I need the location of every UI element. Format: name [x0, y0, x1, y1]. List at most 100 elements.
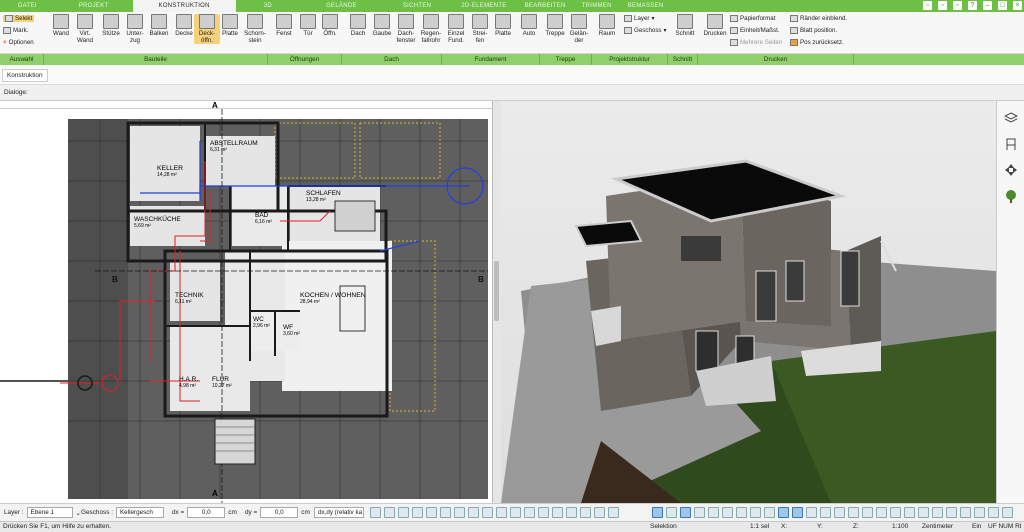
view-toggle-icon-11[interactable]: [792, 507, 803, 518]
konstruktion-chip[interactable]: Konstruktion: [2, 69, 48, 82]
tool-icon-16[interactable]: [580, 507, 591, 518]
chair-icon[interactable]: [1002, 135, 1020, 153]
layer-dropdown[interactable]: Layer ▾: [624, 15, 655, 22]
view-toggle-icon-26[interactable]: [1002, 507, 1013, 518]
minimize-icon[interactable]: –: [983, 1, 992, 10]
view-toggle-icon-23[interactable]: [960, 507, 971, 518]
close-icon[interactable]: ×: [1013, 1, 1022, 10]
view-toggle-icon-9[interactable]: [764, 507, 775, 518]
dy-input[interactable]: 0,0: [260, 507, 299, 518]
tool-icon-13[interactable]: [538, 507, 549, 518]
dach-button[interactable]: Dach: [345, 14, 371, 37]
tool-icon-6[interactable]: [440, 507, 451, 518]
balken-button[interactable]: Balken: [146, 14, 172, 37]
raum-button[interactable]: Raum: [594, 14, 620, 37]
oeffnung-button[interactable]: Öffn.: [317, 14, 343, 37]
tool-icon-10[interactable]: [496, 507, 507, 518]
view-toggle-icon-2[interactable]: [666, 507, 677, 518]
tool-icon-11[interactable]: [510, 507, 521, 518]
view-toggle-icon-21[interactable]: [932, 507, 943, 518]
tool-icon-4[interactable]: [412, 507, 423, 518]
tool-icon-5[interactable]: [426, 507, 437, 518]
geschoss-dropdown[interactable]: Geschoss ▾: [624, 27, 667, 34]
tool-icon-2[interactable]: [384, 507, 395, 518]
tool-icon-9[interactable]: [482, 507, 493, 518]
virt-wand-button[interactable]: Virt. Wand: [72, 14, 98, 44]
wand-button[interactable]: Wand: [48, 14, 74, 37]
stuetze-button[interactable]: Stütze: [98, 14, 124, 37]
regenfallrohr-button[interactable]: Regen-fallrohr: [418, 14, 444, 44]
palette-icon[interactable]: ▫: [953, 1, 962, 10]
einzelfundament-button[interactable]: Einzel Fund.: [443, 14, 469, 44]
tab-2d-elemente[interactable]: 2D-ELEMENTE: [451, 0, 516, 12]
help-icon[interactable]: ?: [968, 1, 977, 10]
tab-bearbeiten[interactable]: BEARBEITEN: [517, 0, 574, 12]
platte-button[interactable]: Platte: [217, 14, 243, 37]
unterzug-button[interactable]: Unter-zug: [122, 14, 148, 44]
fundament-platte-button[interactable]: Platte: [490, 14, 516, 37]
view-toggle-icon-20[interactable]: [918, 507, 929, 518]
floor-plan-view[interactable]: KELLER 14,28 m² ABSTELLRAUM 6,31 m² WASCHK…: [0, 101, 493, 503]
tab-konstruktion[interactable]: KONSTRUKTION: [132, 0, 236, 12]
gelaender-button[interactable]: Gelän-der: [566, 14, 592, 44]
3d-view[interactable]: [501, 101, 996, 503]
view-toggle-icon-25[interactable]: [988, 507, 999, 518]
coord-mode-select[interactable]: dx,dy (relativ ka: [314, 507, 364, 518]
view-toggle-icon-1[interactable]: [652, 507, 663, 518]
tab-3d[interactable]: 3D: [236, 0, 300, 12]
tool-icon-8[interactable]: [468, 507, 479, 518]
mehrere-seiten-button[interactable]: Mehrere Seiten: [730, 39, 782, 46]
blatt-position-button[interactable]: Blatt position.: [790, 27, 837, 34]
layout-icon[interactable]: ▫: [923, 1, 932, 10]
auto-button[interactable]: Auto: [516, 14, 542, 37]
schornstein-button[interactable]: Schorn-stein: [242, 14, 268, 44]
view-toggle-icon-3[interactable]: [680, 507, 691, 518]
view-toggle-icon-13[interactable]: [820, 507, 831, 518]
splitter-grip[interactable]: [494, 261, 499, 321]
papierformat-button[interactable]: Papierformat: [730, 15, 775, 22]
raender-button[interactable]: Ränder einblend.: [790, 15, 847, 22]
tab-trimmen[interactable]: TRIMMEN: [574, 0, 620, 12]
geschoss-select[interactable]: Kellergesch: [115, 507, 164, 518]
tool-icon-14[interactable]: [552, 507, 563, 518]
dx-input[interactable]: 0,0: [187, 507, 226, 518]
fenster-button[interactable]: Fenst: [271, 14, 297, 37]
view-toggle-icon-22[interactable]: [946, 507, 957, 518]
tool-icon-12[interactable]: [524, 507, 535, 518]
dachfenster-button[interactable]: Dach-fenster: [393, 14, 419, 44]
drucken-button[interactable]: Drucken: [702, 14, 728, 37]
view-toggle-icon-4[interactable]: [694, 507, 705, 518]
tab-bemassen[interactable]: BEMASSEN: [620, 0, 672, 12]
view-toggle-icon-14[interactable]: [834, 507, 845, 518]
tool-icon-1[interactable]: [370, 507, 381, 518]
optionen-button[interactable]: + Optionen: [3, 39, 34, 46]
view-toggle-icon-17[interactable]: [876, 507, 887, 518]
tool-icon-15[interactable]: [566, 507, 577, 518]
layers-icon[interactable]: [1002, 109, 1020, 127]
mark-button[interactable]: Mark.: [3, 27, 28, 34]
tab-datei[interactable]: DATEI: [0, 0, 55, 12]
schnitt-button[interactable]: Schnitt: [672, 14, 698, 37]
selekt-button[interactable]: Selekt: [3, 15, 35, 22]
tab-gelaende[interactable]: GELÄNDE: [300, 0, 383, 12]
view-toggle-icon-12[interactable]: [806, 507, 817, 518]
view-toggle-icon-10[interactable]: [778, 507, 789, 518]
view-toggle-icon-7[interactable]: [736, 507, 747, 518]
tool-icon-18[interactable]: [608, 507, 619, 518]
view-toggle-icon-24[interactable]: [974, 507, 985, 518]
view-toggle-icon-8[interactable]: [750, 507, 761, 518]
einheit-button[interactable]: Einheit/Maßst.: [730, 27, 780, 34]
view-toggle-icon-19[interactable]: [904, 507, 915, 518]
pos-zuruecksetz-button[interactable]: Pos zurücksetz.: [790, 39, 844, 46]
gaube-button[interactable]: Gaube: [369, 14, 395, 37]
tab-projekt[interactable]: PROJEKT: [55, 0, 133, 12]
tool-icon-3[interactable]: [398, 507, 409, 518]
layer-select[interactable]: Ebene 1: [26, 507, 73, 518]
tab-sichten[interactable]: SICHTEN: [383, 0, 451, 12]
maximize-icon[interactable]: □: [998, 1, 1007, 10]
view-toggle-icon-18[interactable]: [890, 507, 901, 518]
view-toggle-icon-6[interactable]: [722, 507, 733, 518]
lock-icon[interactable]: ▫: [938, 1, 947, 10]
tool-icon-17[interactable]: [594, 507, 605, 518]
treppe-button[interactable]: Treppe: [542, 14, 568, 37]
